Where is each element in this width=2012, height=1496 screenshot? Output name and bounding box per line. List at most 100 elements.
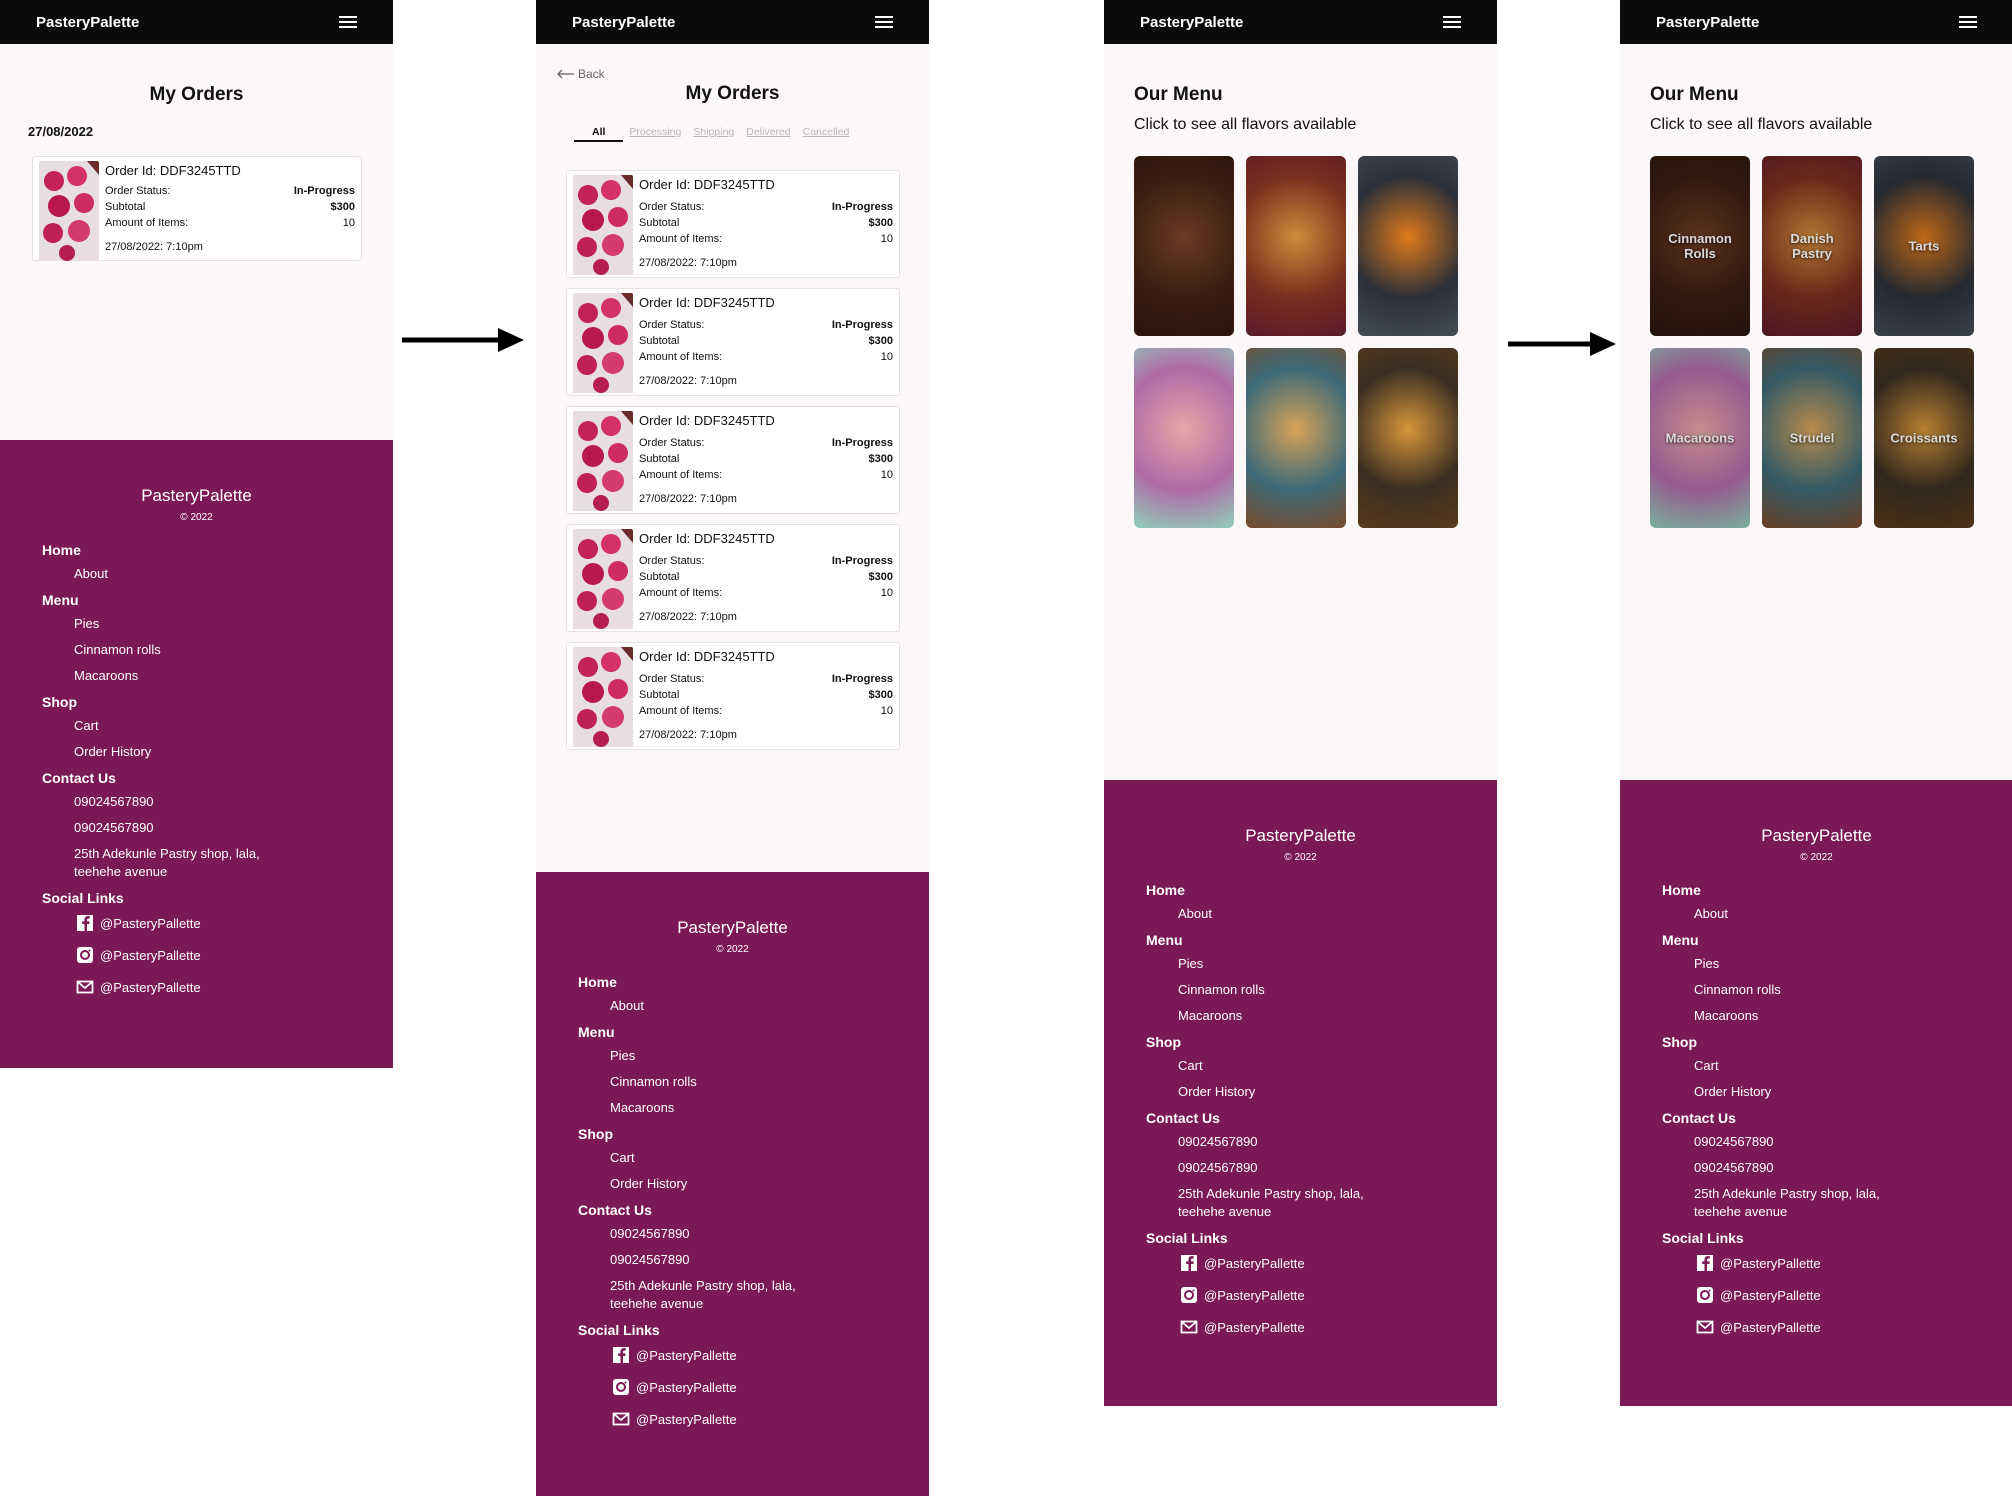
footer-instagram-link[interactable]: @PasteryPallette <box>1180 1286 1305 1304</box>
footer-mail-link[interactable]: @PasteryPallette <box>1696 1318 1821 1336</box>
menu-icon[interactable] <box>1959 16 1977 28</box>
footer-shop[interactable]: Shop <box>1146 1034 1181 1050</box>
top-bar: PasteryPalette <box>0 0 393 44</box>
footer-shop[interactable]: Shop <box>1662 1034 1697 1050</box>
menu-tile-6[interactable]: Croissants <box>1874 348 1974 528</box>
footer-phone-2[interactable]: 09024567890 <box>1694 1160 1774 1175</box>
footer-about[interactable]: About <box>1178 906 1212 921</box>
menu-tile-3[interactable] <box>1358 156 1458 336</box>
footer-macaroons[interactable]: Macaroons <box>610 1100 674 1115</box>
footer-phone-1[interactable]: 09024567890 <box>610 1226 690 1241</box>
menu-tile-5[interactable]: Strudel <box>1762 348 1862 528</box>
footer-cinnamon[interactable]: Cinnamon rolls <box>1694 982 1781 997</box>
footer-history[interactable]: Order History <box>1694 1084 1771 1099</box>
footer-about[interactable]: About <box>610 998 644 1013</box>
footer-home[interactable]: Home <box>1146 882 1185 898</box>
footer-shop[interactable]: Shop <box>578 1126 613 1142</box>
footer-pies[interactable]: Pies <box>74 616 99 631</box>
order-card[interactable]: Order Id: DDF3245TTD Order Status: In-Prog… <box>566 288 900 396</box>
footer-pies[interactable]: Pies <box>1178 956 1203 971</box>
footer-about[interactable]: About <box>74 566 108 581</box>
brand-logo[interactable]: PasteryPalette <box>1140 14 1243 31</box>
footer-facebook-link[interactable]: @PasteryPallette <box>1180 1254 1305 1272</box>
footer-macaroons[interactable]: Macaroons <box>1694 1008 1758 1023</box>
footer-history[interactable]: Order History <box>1178 1084 1255 1099</box>
footer-history[interactable]: Order History <box>74 744 151 759</box>
footer-history[interactable]: Order History <box>610 1176 687 1191</box>
footer-menu[interactable]: Menu <box>578 1024 615 1040</box>
footer-macaroons[interactable]: Macaroons <box>74 668 138 683</box>
menu-tile-6[interactable] <box>1358 348 1458 528</box>
menu-tile-4[interactable] <box>1134 348 1234 528</box>
footer-facebook-link[interactable]: @PasteryPallette <box>1696 1254 1821 1272</box>
back-button[interactable]: Back <box>556 67 605 81</box>
order-card[interactable]: Order Id: DDF3245TTD Order Status: In-Prog… <box>566 524 900 632</box>
footer-home[interactable]: Home <box>578 974 617 990</box>
instagram-handle: @PasteryPallette <box>100 947 201 963</box>
footer-cart[interactable]: Cart <box>1178 1058 1203 1073</box>
order-card[interactable]: Order Id: DDF3245TTD Order Status: In-Prog… <box>566 642 900 750</box>
footer-menu[interactable]: Menu <box>42 592 79 608</box>
menu-tile-5[interactable] <box>1246 348 1346 528</box>
tab-processing[interactable]: Processing <box>623 126 687 142</box>
footer-contact[interactable]: Contact Us <box>42 770 116 786</box>
footer-phone-2[interactable]: 09024567890 <box>610 1252 690 1267</box>
footer-phone-1[interactable]: 09024567890 <box>74 794 154 809</box>
footer-menu[interactable]: Menu <box>1146 932 1183 948</box>
footer-instagram-link[interactable]: @PasteryPallette <box>1696 1286 1821 1304</box>
instagram-handle: @PasteryPallette <box>636 1379 737 1395</box>
footer-about[interactable]: About <box>1694 906 1728 921</box>
footer-shop[interactable]: Shop <box>42 694 77 710</box>
footer-mail-link[interactable]: @PasteryPallette <box>612 1410 737 1428</box>
footer-home[interactable]: Home <box>1662 882 1701 898</box>
menu-tile-2[interactable]: Danish Pastry <box>1762 156 1862 336</box>
order-card[interactable]: Order Id: DDF3245TTD Order Status: In-Prog… <box>566 406 900 514</box>
footer-pies[interactable]: Pies <box>610 1048 635 1063</box>
items-label: Amount of Items: <box>639 705 723 717</box>
tab-delivered[interactable]: Delivered <box>740 126 796 142</box>
footer-instagram-link[interactable]: @PasteryPallette <box>76 946 201 964</box>
facebook-icon <box>77 915 93 931</box>
menu-icon[interactable] <box>875 16 893 28</box>
menu-tile-2[interactable] <box>1246 156 1346 336</box>
brand-logo[interactable]: PasteryPalette <box>572 14 675 31</box>
footer-mail-link[interactable]: @PasteryPallette <box>76 978 201 996</box>
footer-cinnamon[interactable]: Cinnamon rolls <box>74 642 161 657</box>
footer-phone-2[interactable]: 09024567890 <box>1178 1160 1258 1175</box>
menu-tile-4[interactable]: Macaroons <box>1650 348 1750 528</box>
footer-facebook-link[interactable]: @PasteryPallette <box>76 914 201 932</box>
menu-tile-1[interactable] <box>1134 156 1234 336</box>
footer-address-2: teehehe avenue <box>1178 1204 1272 1219</box>
footer-contact[interactable]: Contact Us <box>578 1202 652 1218</box>
footer-phone-1[interactable]: 09024567890 <box>1178 1134 1258 1149</box>
footer-cart[interactable]: Cart <box>74 718 99 733</box>
menu-icon[interactable] <box>339 16 357 28</box>
footer-mail-link[interactable]: @PasteryPallette <box>1180 1318 1305 1336</box>
footer-facebook-link[interactable]: @PasteryPallette <box>612 1346 737 1364</box>
footer-cart[interactable]: Cart <box>610 1150 635 1165</box>
footer-instagram-link[interactable]: @PasteryPallette <box>612 1378 737 1396</box>
brand-logo[interactable]: PasteryPalette <box>1656 14 1759 31</box>
footer-cinnamon[interactable]: Cinnamon rolls <box>1178 982 1265 997</box>
menu-tile-1[interactable]: Cinnamon Rolls <box>1650 156 1750 336</box>
footer-contact[interactable]: Contact Us <box>1146 1110 1220 1126</box>
order-card[interactable]: Order Id: DDF3245TTD Order Status: In-Prog… <box>566 170 900 278</box>
menu-tile-3[interactable]: Tarts <box>1874 156 1974 336</box>
footer-pies[interactable]: Pies <box>1694 956 1719 971</box>
footer-home[interactable]: Home <box>42 542 81 558</box>
tab-all[interactable]: All <box>574 126 624 142</box>
footer-cinnamon[interactable]: Cinnamon rolls <box>610 1074 697 1089</box>
menu-icon[interactable] <box>1443 16 1461 28</box>
tab-cancelled[interactable]: Cancelled <box>797 126 856 142</box>
footer-phone-2[interactable]: 09024567890 <box>74 820 154 835</box>
footer-contact[interactable]: Contact Us <box>1662 1110 1736 1126</box>
footer-phone-1[interactable]: 09024567890 <box>1694 1134 1774 1149</box>
footer-brand: PasteryPalette <box>1761 826 1872 845</box>
order-card[interactable]: Order Id: DDF3245TTD Order Status: In-Pr… <box>32 156 362 261</box>
footer-macaroons[interactable]: Macaroons <box>1178 1008 1242 1023</box>
footer-brand: PasteryPalette <box>141 486 252 505</box>
footer-menu[interactable]: Menu <box>1662 932 1699 948</box>
brand-logo[interactable]: PasteryPalette <box>36 14 139 31</box>
tab-shipping[interactable]: Shipping <box>687 126 740 142</box>
footer-cart[interactable]: Cart <box>1694 1058 1719 1073</box>
